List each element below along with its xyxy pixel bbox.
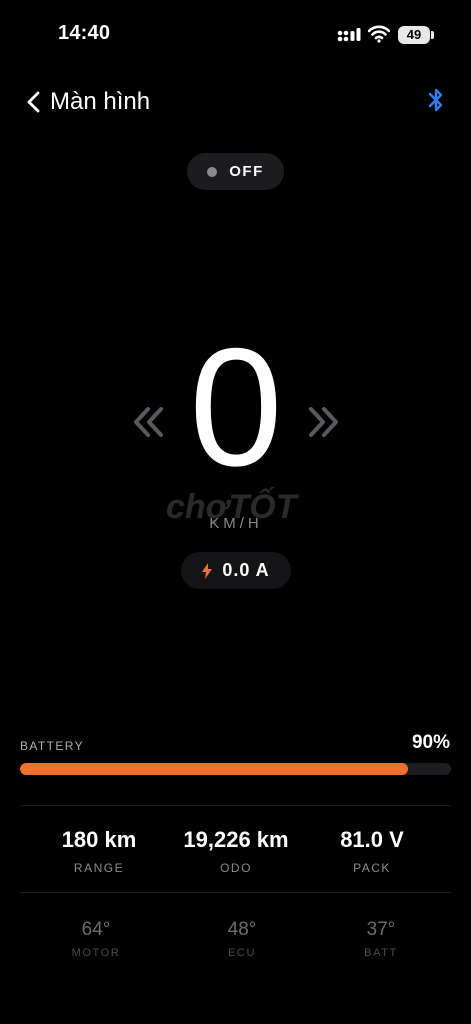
power-state-label: OFF — [229, 163, 264, 180]
stat-range: 180 km RANGE — [34, 827, 164, 875]
battery-bar-fill — [20, 763, 408, 775]
bluetooth-icon[interactable] — [426, 86, 446, 114]
temp-value: 64° — [81, 919, 111, 940]
stat-label: RANGE — [73, 861, 125, 875]
divider — [20, 892, 451, 893]
temp-motor: 64° MOTOR — [31, 919, 161, 959]
status-time: 14:40 — [58, 22, 111, 44]
battery-percent: 90% — [411, 732, 450, 753]
current-badge: 0.0 A — [181, 552, 291, 589]
power-toggle[interactable]: OFF — [187, 153, 284, 190]
temp-value: 48° — [227, 919, 257, 940]
bolt-icon — [202, 562, 213, 579]
temp-value: 37° — [366, 919, 396, 940]
stat-label: PACK — [353, 861, 391, 875]
current-value: 0.0 A — [222, 560, 270, 580]
divider — [20, 805, 451, 806]
battery-label: BATTERY — [20, 739, 85, 753]
power-status-dot — [207, 166, 218, 177]
signal-icon — [337, 28, 361, 42]
stat-value: 19,226 km — [183, 827, 289, 852]
double-chevron-right-icon[interactable] — [305, 405, 339, 439]
stat-value: 81.0 V — [340, 827, 404, 852]
temp-batt: 37° BATT — [316, 919, 446, 959]
wifi-icon — [368, 25, 390, 43]
page-title[interactable]: Màn hình — [50, 88, 150, 116]
stat-pack: 81.0 V PACK — [307, 827, 437, 875]
back-chevron-icon[interactable] — [24, 89, 46, 115]
temp-label: ECU — [227, 947, 257, 959]
stat-value: 180 km — [61, 827, 137, 852]
speed-value: 0 — [189, 313, 283, 501]
temp-label: MOTOR — [71, 947, 121, 959]
temp-ecu: 48° ECU — [177, 919, 307, 959]
stat-label: ODO — [220, 861, 252, 875]
battery-icon: 49 — [398, 26, 430, 44]
speed-unit: KM/H — [209, 515, 263, 532]
stat-odo: 19,226 km ODO — [171, 827, 301, 875]
battery-bar — [20, 763, 451, 775]
temp-label: BATT — [364, 947, 398, 959]
battery-nub — [431, 31, 434, 39]
